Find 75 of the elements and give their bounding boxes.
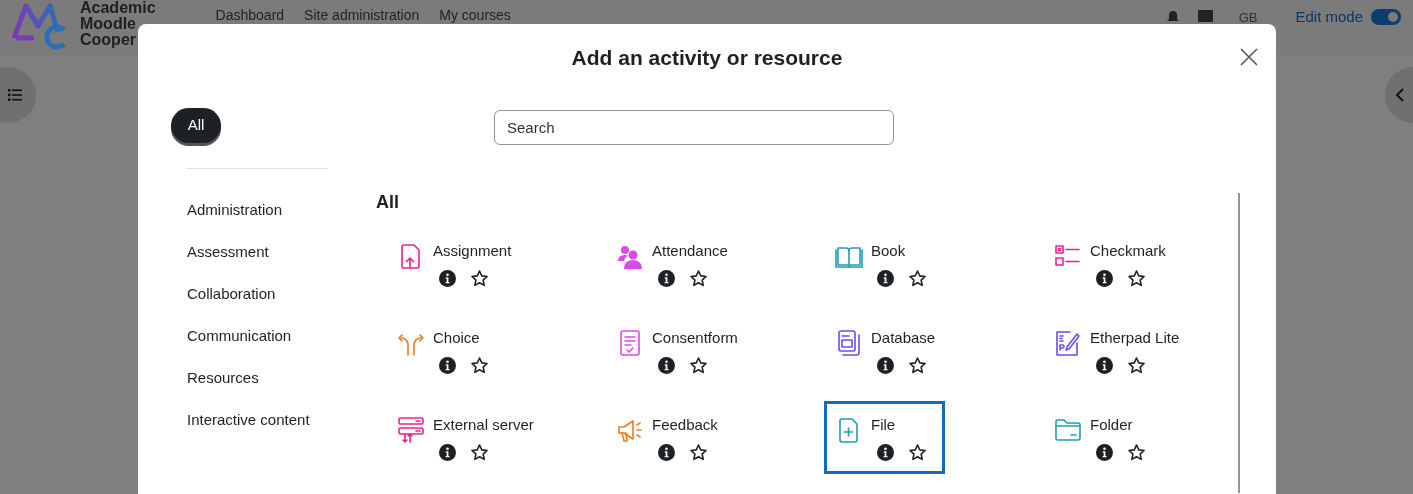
- info-icon[interactable]: [658, 270, 675, 287]
- activity-item[interactable]: Choice: [386, 314, 507, 387]
- info-icon[interactable]: [1096, 357, 1113, 374]
- star-icon[interactable]: [908, 443, 927, 462]
- category-tab[interactable]: Communication: [187, 324, 292, 348]
- activity-item[interactable]: Database: [824, 314, 954, 387]
- activity-name: Consentform: [652, 329, 738, 347]
- logo-text: Academic: [80, 0, 156, 16]
- info-icon[interactable]: [877, 357, 894, 374]
- activity-name: Folder: [1090, 416, 1134, 434]
- star-icon[interactable]: [689, 269, 708, 288]
- info-icon[interactable]: [658, 357, 675, 374]
- star-icon[interactable]: [470, 269, 489, 288]
- activity-name: Checkmark: [1090, 242, 1166, 260]
- pen-pad-icon: [1054, 329, 1082, 357]
- info-icon[interactable]: [877, 444, 894, 461]
- close-icon: [1240, 48, 1258, 66]
- activity-name: Assignment: [433, 242, 512, 260]
- activity-item[interactable]: Feedback: [605, 401, 736, 474]
- activity-name: Feedback: [652, 416, 718, 434]
- dialog-title: Add an activity or resource: [571, 45, 843, 72]
- activity-item[interactable]: File: [824, 401, 945, 474]
- close-button[interactable]: [1238, 46, 1260, 68]
- info-icon[interactable]: [1096, 270, 1113, 287]
- server-icon: [397, 416, 425, 444]
- activity-name: Attendance: [652, 242, 728, 260]
- category-tab[interactable]: Interactive content: [187, 408, 310, 432]
- chevron-left-icon: [1395, 87, 1405, 103]
- folder-icon: [1054, 416, 1082, 444]
- star-icon[interactable]: [689, 356, 708, 375]
- category-tab[interactable]: Collaboration: [187, 282, 276, 306]
- star-icon[interactable]: [1127, 443, 1146, 462]
- info-icon[interactable]: [877, 270, 894, 287]
- star-icon[interactable]: [908, 269, 927, 288]
- logo-text: Moodle: [80, 16, 137, 32]
- star-icon[interactable]: [908, 356, 927, 375]
- info-icon[interactable]: [439, 270, 456, 287]
- category-tab[interactable]: Resources: [187, 366, 259, 390]
- star-icon[interactable]: [1127, 356, 1146, 375]
- category-tab[interactable]: Administration: [187, 198, 283, 222]
- activity-item[interactable]: Consentform: [605, 314, 756, 387]
- category-tab[interactable]: Assessment: [187, 240, 269, 264]
- activity-name: File: [871, 416, 897, 434]
- database-icon: [835, 329, 863, 357]
- activity-item[interactable]: Etherpad Lite: [1043, 314, 1198, 387]
- star-icon[interactable]: [1127, 269, 1146, 288]
- activity-item[interactable]: Book: [824, 227, 945, 300]
- logo-text: Cooper: [80, 32, 137, 48]
- activity-item[interactable]: Attendance: [605, 227, 746, 300]
- activity-name: Database: [871, 329, 936, 347]
- activity-name: Etherpad Lite: [1090, 329, 1180, 347]
- activity-item[interactable]: Folder: [1043, 401, 1164, 474]
- activity-name: Choice: [433, 329, 481, 347]
- nav-link[interactable]: My courses: [439, 5, 511, 26]
- filter-tab[interactable]: All: [171, 108, 221, 143]
- star-icon[interactable]: [689, 443, 708, 462]
- star-icon[interactable]: [470, 443, 489, 462]
- info-icon[interactable]: [658, 444, 675, 461]
- activity-item[interactable]: Checkmark: [1043, 227, 1184, 300]
- chat-icon[interactable]: [1197, 10, 1213, 25]
- edit-mode-label: Edit mode: [1295, 7, 1363, 27]
- info-icon[interactable]: [439, 357, 456, 374]
- activity-item[interactable]: External server: [386, 401, 552, 474]
- section-heading: All: [376, 193, 399, 211]
- edit-mode-toggle[interactable]: [1371, 9, 1401, 26]
- activity-name: External server: [433, 416, 534, 434]
- activity-item[interactable]: Assignment: [386, 227, 530, 300]
- nav-link[interactable]: Site administration: [304, 5, 420, 26]
- list-icon: [8, 89, 22, 101]
- star-icon[interactable]: [470, 356, 489, 375]
- activity-name: Book: [871, 242, 907, 260]
- info-icon[interactable]: [1096, 444, 1113, 461]
- info-icon[interactable]: [439, 444, 456, 461]
- search-field[interactable]: Search: [494, 110, 894, 145]
- nav-link[interactable]: Dashboard: [215, 5, 285, 26]
